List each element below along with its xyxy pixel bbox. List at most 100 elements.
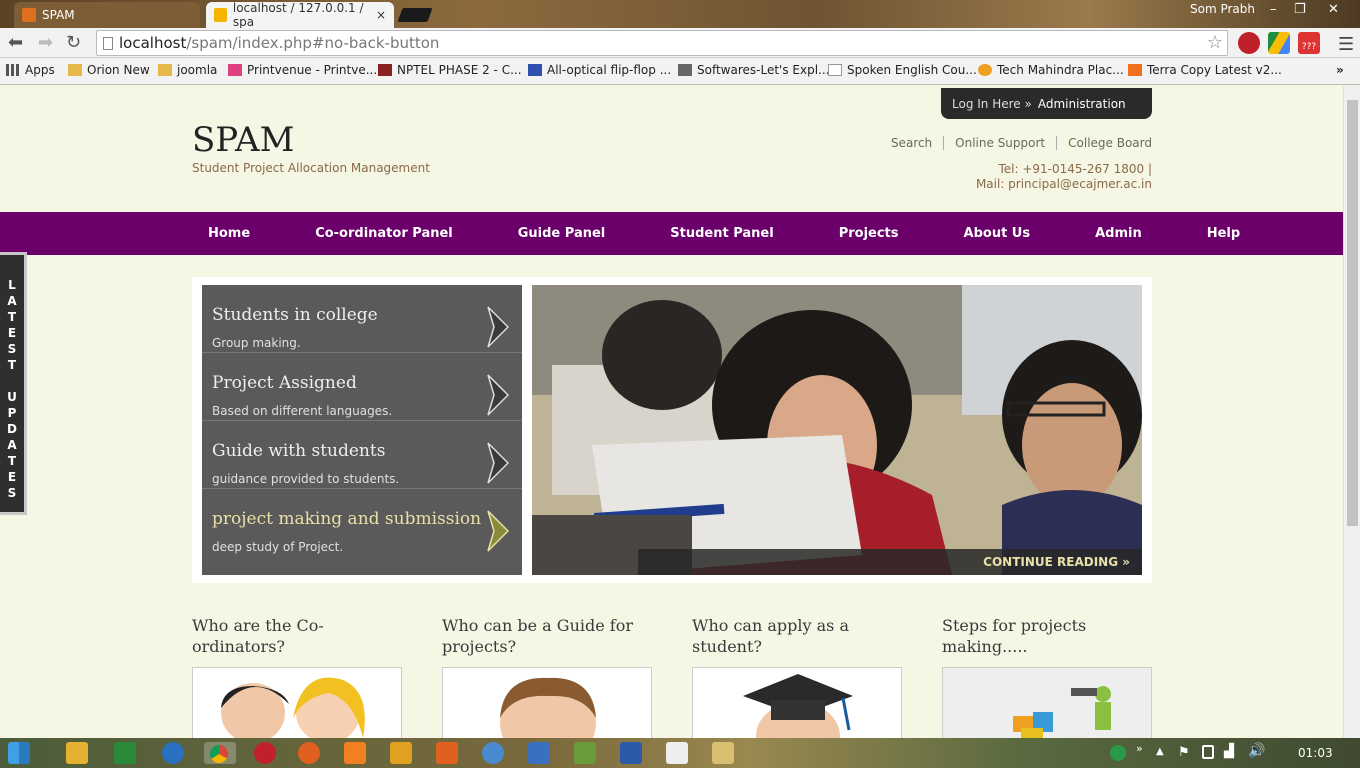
xampp-icon[interactable] <box>436 742 458 764</box>
login-link[interactable]: Log In Here » <box>952 97 1032 111</box>
latest-updates-letter: D <box>7 422 17 436</box>
notepad-icon[interactable] <box>528 742 550 764</box>
scrollbar-thumb[interactable] <box>1347 100 1358 526</box>
media-player-icon[interactable] <box>390 742 412 764</box>
bookmark-terra-copy[interactable]: Terra Copy Latest v2... <box>1128 63 1282 77</box>
battery-icon[interactable] <box>1202 745 1214 759</box>
nav-guide-panel[interactable]: Guide Panel <box>518 226 606 241</box>
latest-updates-letter: L <box>8 278 16 292</box>
nav-admin[interactable]: Admin <box>1095 226 1142 241</box>
bookmark-tech-mahindra[interactable]: Tech Mahindra Plac... <box>978 63 1124 77</box>
tab-spam[interactable]: SPAM <box>14 2 200 28</box>
latest-updates-letter: A <box>7 294 17 308</box>
bookmark-orion-new[interactable]: Orion New <box>68 63 150 77</box>
tray-app-icon[interactable] <box>1110 745 1126 761</box>
latest-updates-tab[interactable]: LATESTUPDATES <box>0 252 27 515</box>
slide-title: Guide with students <box>212 441 386 461</box>
bookmark-printvenue[interactable]: Printvenue - Printve... <box>228 63 377 77</box>
nav-about-us[interactable]: About Us <box>964 226 1031 241</box>
slide-subtitle: Based on different languages. <box>212 404 393 418</box>
slide-item[interactable]: Students in college Group making. <box>202 285 522 353</box>
firefox-icon[interactable] <box>298 742 320 764</box>
latest-updates-letter: A <box>7 438 17 452</box>
address-bar[interactable]: localhost/spam/index.php#no-back-button … <box>96 30 1228 56</box>
show-hidden-icons[interactable]: ▲ <box>1156 746 1164 757</box>
slide-item[interactable]: Guide with students guidance provided to… <box>202 421 522 489</box>
network-signal-icon[interactable]: ▟ <box>1224 744 1234 759</box>
action-center-flag-icon[interactable]: ⚑ <box>1178 745 1190 760</box>
page-scrollbar[interactable] <box>1343 86 1360 738</box>
nav-help[interactable]: Help <box>1207 226 1240 241</box>
google-drive-icon[interactable] <box>1268 32 1290 54</box>
nav-student-panel[interactable]: Student Panel <box>670 226 773 241</box>
new-tab-button[interactable] <box>397 8 433 22</box>
bookmark-nptel[interactable]: NPTEL PHASE 2 - C... <box>378 63 522 77</box>
editor-icon[interactable] <box>574 742 596 764</box>
slide-subtitle: deep study of Project. <box>212 540 344 554</box>
continue-reading-link[interactable]: CONTINUE READING » <box>638 549 1142 575</box>
nav-home[interactable]: Home <box>208 226 250 241</box>
bookmark-joomla[interactable]: joomla <box>158 63 217 77</box>
paint-icon[interactable] <box>712 742 734 764</box>
bookmark-star-icon[interactable]: ☆ <box>1207 31 1223 55</box>
card-title[interactable]: Steps for projects making..... <box>942 615 1152 660</box>
extension-badge: ??? <box>1301 42 1317 52</box>
bookmark-spoken-english[interactable]: Spoken English Cou... <box>828 63 977 77</box>
folder-icon <box>68 64 82 76</box>
apps-grid-icon <box>6 64 20 76</box>
file-explorer-icon[interactable] <box>66 742 88 764</box>
contact-info: Tel: +91-0145-267 1800 | Mail: principal… <box>976 162 1152 192</box>
network-app-icon[interactable] <box>482 742 504 764</box>
url-host: localhost <box>119 34 187 52</box>
bookmarks-overflow[interactable]: » <box>1336 63 1344 77</box>
student-image <box>692 667 902 738</box>
slide-photo[interactable]: CONTINUE READING » <box>532 285 1142 575</box>
forward-arrow-icon[interactable]: ➡ <box>38 32 53 53</box>
vlc-icon[interactable] <box>344 742 366 764</box>
store-icon[interactable] <box>114 742 136 764</box>
reload-icon[interactable]: ↻ <box>66 32 81 53</box>
back-arrow-icon[interactable]: ⬅ <box>8 32 23 53</box>
taskbar-clock[interactable]: 01:03 <box>1298 746 1333 760</box>
administration-link[interactable]: Administration <box>1038 97 1126 111</box>
slide-title: project making and submission <box>212 509 482 529</box>
volume-icon[interactable]: 🔊 <box>1248 743 1265 759</box>
nav-coordinator-panel[interactable]: Co-ordinator Panel <box>315 226 453 241</box>
chrome-taskbar-button[interactable] <box>204 742 236 764</box>
slide-item[interactable]: Project Assigned Based on different lang… <box>202 353 522 421</box>
online-support-link[interactable]: Online Support <box>943 136 1056 150</box>
college-board-link[interactable]: College Board <box>1056 136 1152 150</box>
close-window-icon[interactable]: ✕ <box>1328 2 1339 17</box>
tj-extension-icon[interactable]: ??? <box>1298 32 1320 54</box>
bookmark-apps[interactable]: Apps <box>6 63 55 77</box>
url-path: /spam/index.php#no-back-button <box>186 34 440 52</box>
opera-icon[interactable] <box>254 742 276 764</box>
bookmark-all-optical[interactable]: All-optical flip-flop ... <box>528 63 671 77</box>
browser-menu-icon[interactable]: ☰ <box>1338 34 1354 55</box>
site-tagline: Student Project Allocation Management <box>192 161 430 175</box>
latest-updates-letter: T <box>7 310 17 324</box>
calculator-icon[interactable] <box>666 742 688 764</box>
search-link[interactable]: Search <box>880 136 943 150</box>
chevron-right-icon <box>487 306 510 348</box>
latest-updates-letter: T <box>7 454 17 468</box>
latest-updates-letter: S <box>7 486 17 500</box>
slide-item-active[interactable]: project making and submission deep study… <box>202 489 522 557</box>
tab-label: localhost / 127.0.0.1 / spa <box>232 1 364 29</box>
nav-projects[interactable]: Projects <box>839 226 899 241</box>
word-icon[interactable] <box>620 742 642 764</box>
tray-overflow-icon[interactable]: » <box>1136 742 1143 755</box>
maximize-icon[interactable]: ❐ <box>1294 2 1306 17</box>
bookmark-softwares[interactable]: Softwares-Let's Expl... <box>678 63 830 77</box>
start-windows-icon[interactable] <box>8 742 30 764</box>
extension-red-icon[interactable] <box>1238 32 1260 54</box>
card-title[interactable]: Who are the Co-ordinators? <box>192 615 402 660</box>
site-logo[interactable]: SPAM <box>192 120 294 160</box>
card-title[interactable]: Who can be a Guide for projects? <box>442 615 652 660</box>
printvenue-icon <box>228 64 242 76</box>
internet-explorer-icon[interactable] <box>162 742 184 764</box>
card-title[interactable]: Who can apply as a student? <box>692 615 902 660</box>
minimize-icon[interactable]: – <box>1270 2 1277 17</box>
tab-close-icon[interactable]: × <box>376 8 386 22</box>
tab-phpmyadmin[interactable]: localhost / 127.0.0.1 / spa × <box>206 1 394 29</box>
